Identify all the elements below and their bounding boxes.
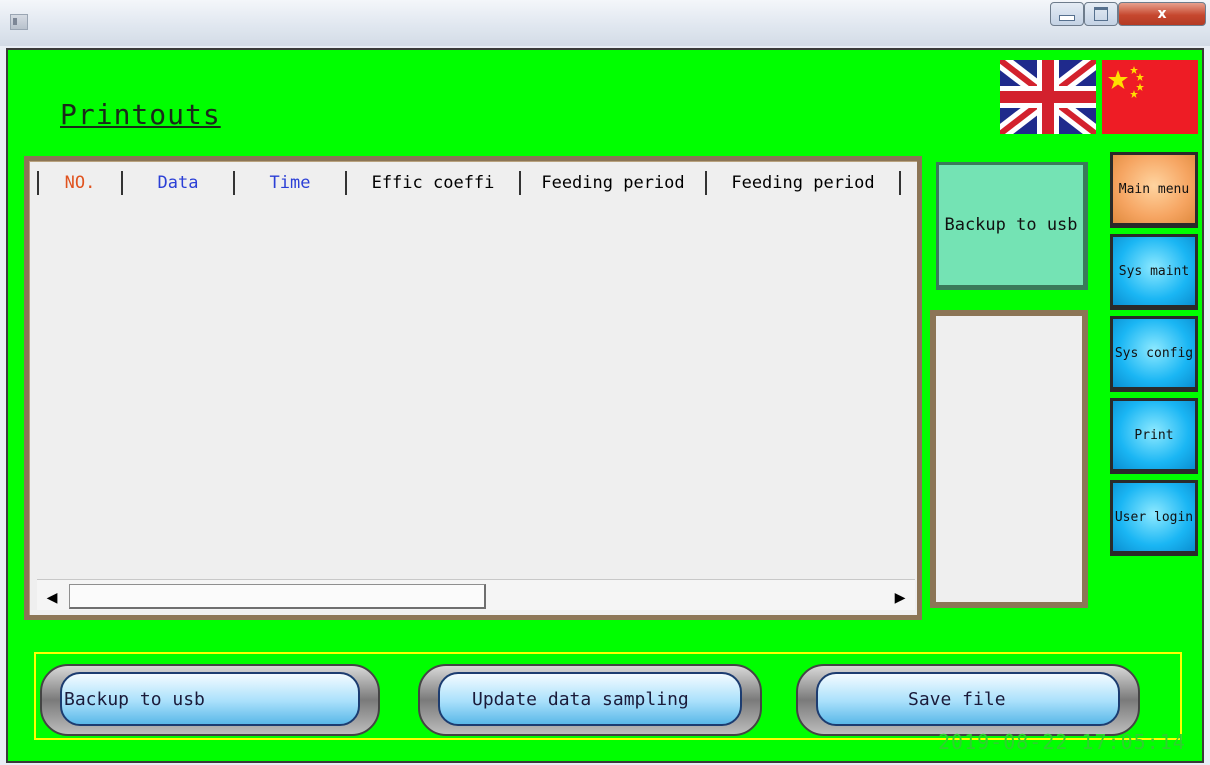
column-header-no[interactable]: NO. [37, 171, 121, 195]
column-header-data[interactable]: Data [121, 171, 233, 195]
backup-to-usb-side-button[interactable]: Backup to usb [936, 162, 1088, 290]
user-login-label: User login [1114, 509, 1194, 525]
minimize-button[interactable] [1050, 2, 1084, 26]
print-button[interactable]: Print [1110, 398, 1198, 474]
scroll-right-arrow-icon[interactable]: ▶ [885, 584, 915, 610]
table-header: NO. Data Time Effic coeffi Feeding perio… [29, 171, 917, 197]
user-login-button[interactable]: User login [1110, 480, 1198, 556]
backup-to-usb-button[interactable]: Backup to usb [40, 664, 380, 736]
column-header-time[interactable]: Time [233, 171, 345, 195]
uk-flag-icon[interactable] [1000, 60, 1096, 134]
printouts-table: NO. Data Time Effic coeffi Feeding perio… [24, 156, 922, 620]
window-titlebar: x [0, 0, 1210, 46]
china-flag-graphic [1102, 60, 1198, 134]
sys-maint-button[interactable]: Sys maint [1110, 234, 1198, 310]
update-data-sampling-button[interactable]: Update data sampling [418, 664, 762, 736]
save-file-label: Save file [816, 672, 1120, 726]
main-menu-label: Main menu [1118, 181, 1190, 197]
close-button[interactable]: x [1118, 2, 1206, 26]
status-datetime: 2019-08-22 17:05:14 [938, 730, 1186, 754]
save-file-button[interactable]: Save file [796, 664, 1140, 736]
column-header-feeding-period-1[interactable]: Feeding period [519, 171, 705, 195]
maximize-button[interactable] [1084, 2, 1118, 26]
sys-config-button[interactable]: Sys config [1110, 316, 1198, 392]
update-data-sampling-label: Update data sampling [438, 672, 742, 726]
china-flag-icon[interactable] [1102, 60, 1198, 134]
sys-maint-label: Sys maint [1118, 263, 1190, 279]
main-menu-button[interactable]: Main menu [1110, 152, 1198, 228]
scroll-left-arrow-icon[interactable]: ◀ [37, 584, 67, 610]
page-title: Printouts [60, 98, 221, 131]
column-header-effic-coeffi[interactable]: Effic coeffi [345, 171, 519, 195]
horizontal-scrollbar[interactable]: ◀ ▶ [37, 579, 915, 610]
print-label: Print [1134, 427, 1174, 443]
scrollbar-thumb[interactable] [69, 584, 486, 609]
sys-config-label: Sys config [1114, 345, 1194, 361]
column-header-feeding-period-2[interactable]: Feeding period [705, 171, 901, 195]
app-icon [10, 14, 28, 30]
backup-to-usb-label: Backup to usb [60, 672, 360, 726]
maximize-icon [1094, 7, 1108, 21]
minimize-icon [1059, 15, 1075, 21]
side-info-panel [930, 310, 1088, 608]
close-icon: x [1157, 6, 1167, 22]
uk-flag-graphic [1000, 60, 1096, 134]
